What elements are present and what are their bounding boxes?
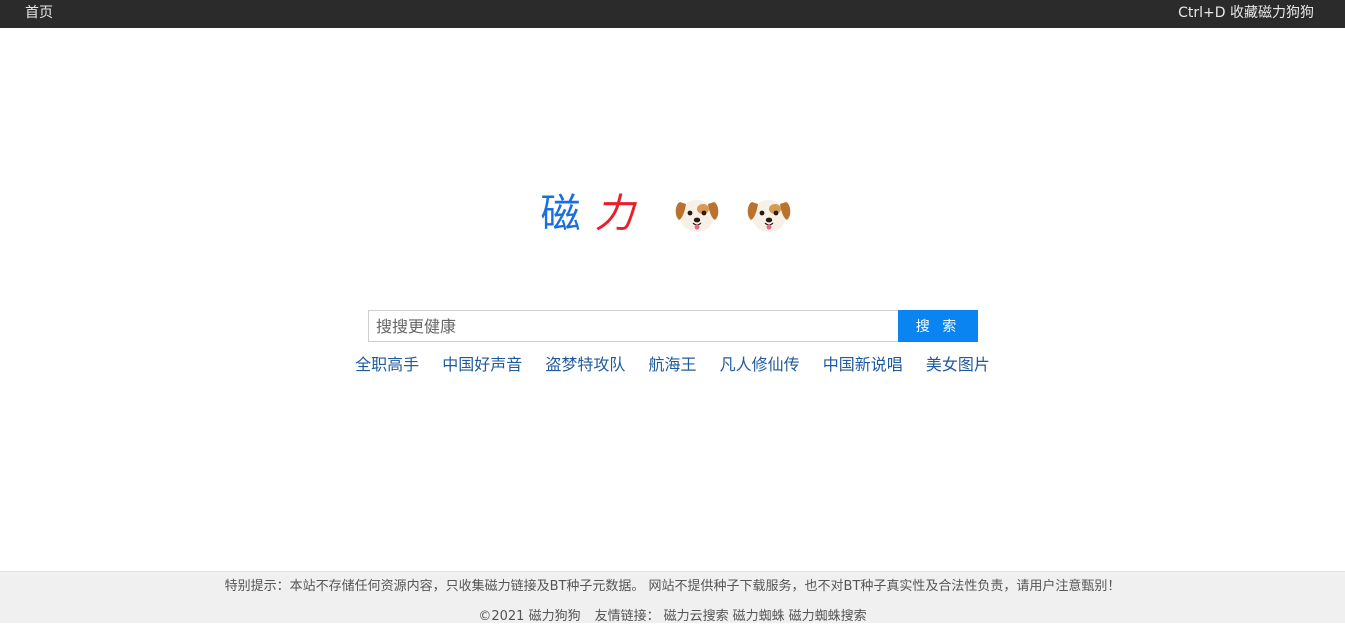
dog-face-icon [675, 200, 718, 232]
logo-char-ci: 磁 [540, 191, 581, 237]
hot-keyword-link[interactable]: 美女图片 [926, 355, 990, 374]
hot-keyword-link[interactable]: 盗梦特攻队 [545, 355, 625, 374]
footer-copyright-row: ©2021 磁力狗狗 友情链接： 磁力云搜索 磁力蜘蛛 磁力蜘蛛搜索 [0, 609, 1345, 625]
hot-keyword-link[interactable]: 航海王 [648, 355, 696, 374]
top-navbar: 首页 Ctrl+D 收藏磁力狗狗 [0, 0, 1345, 28]
bookmark-hint: Ctrl+D 收藏磁力狗狗 [1178, 5, 1314, 21]
hot-keyword-link[interactable]: 中国好声音 [442, 355, 522, 374]
hot-keyword-link[interactable]: 全职高手 [355, 355, 419, 374]
footer: 特别提示：本站不存储任何资源内容，只收集磁力链接及BT种子元数据。 网站不提供种… [0, 571, 1345, 625]
footer-notice: 特别提示：本站不存储任何资源内容，只收集磁力链接及BT种子元数据。 网站不提供种… [224, 579, 1121, 594]
search-input[interactable] [368, 310, 898, 342]
search-button[interactable]: 搜 索 [898, 310, 978, 342]
home-link[interactable]: 首页 [25, 5, 53, 21]
logo-char-li: 力 [594, 191, 635, 237]
search-form: 搜 索 [368, 310, 978, 342]
hot-keywords: 全职高手 中国好声音 盗梦特攻队 航海王 凡人修仙传 中国新说唱 美女图片 [0, 354, 1345, 376]
dog-face-icon [747, 200, 790, 232]
hot-keyword-link[interactable]: 中国新说唱 [823, 355, 903, 374]
site-logo: 磁力 [0, 186, 1345, 242]
hot-keyword-link[interactable]: 凡人修仙传 [720, 355, 800, 374]
